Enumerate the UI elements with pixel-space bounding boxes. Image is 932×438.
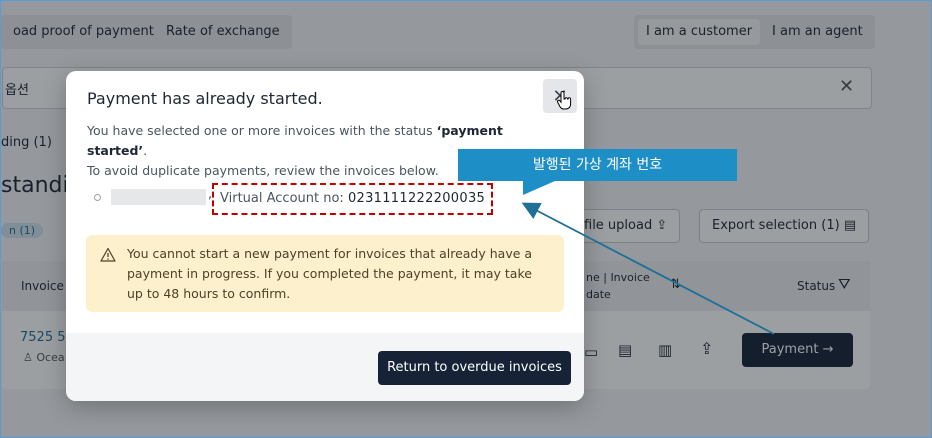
annotation-callout: 발행된 가상 계좌 번호 [458, 149, 737, 181]
virtual-account-label: Virtual Account no: [220, 191, 344, 206]
desc-prefix: You have selected one or more invoices w… [87, 123, 437, 138]
list-bullet [94, 194, 101, 201]
hand-cursor-icon [557, 91, 572, 110]
desc-line2: To avoid duplicate payments, review the … [87, 163, 439, 178]
payment-started-dialog: Payment has already started. ✕ You have … [66, 71, 584, 401]
virtual-account-number: 0231111222200035 [347, 191, 486, 206]
dialog-footer: Return to overdue invoices [66, 333, 584, 401]
warning-box: You cannot start a new payment for invoi… [86, 235, 564, 312]
warning-text: You cannot start a new payment for invoi… [127, 246, 533, 301]
warning-icon [100, 247, 116, 262]
return-to-overdue-invoices-button[interactable]: Return to overdue invoices [378, 351, 571, 385]
virtual-account-highlight: Virtual Account no: 0231111222200035 [212, 183, 494, 215]
desc-suffix: . [143, 143, 148, 158]
annotation-callout-tail [523, 181, 555, 195]
redacted-invoice [111, 189, 206, 205]
dialog-title: Payment has already started. [87, 89, 323, 108]
